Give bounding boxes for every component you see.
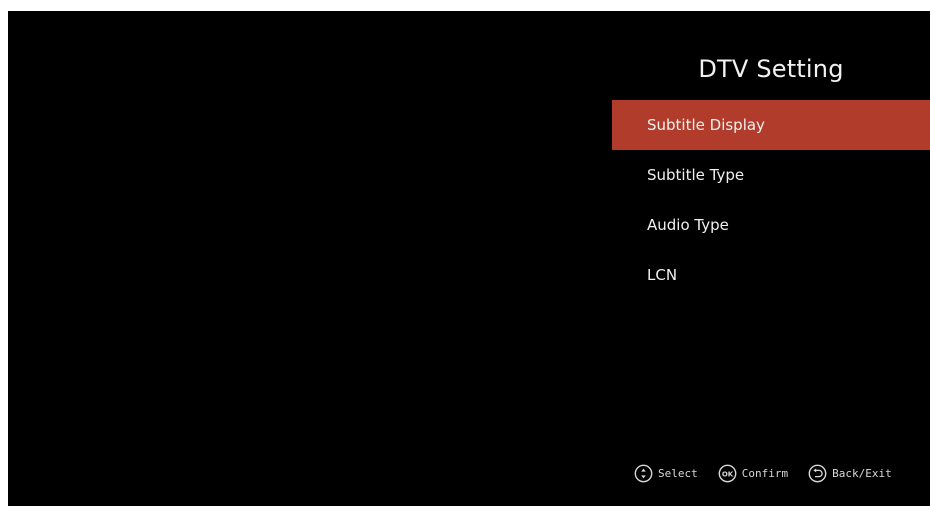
- back-icon: [808, 464, 827, 483]
- back-hint-label: Back/Exit: [832, 466, 892, 480]
- confirm-hint-label: Confirm: [741, 466, 789, 480]
- menu-item-audio-type[interactable]: Audio Type: [612, 200, 930, 250]
- menu-item-subtitle-display[interactable]: Subtitle Display: [612, 100, 930, 150]
- confirm-hint: OK Confirm: [718, 464, 788, 483]
- select-hint: Select: [634, 464, 698, 483]
- back-hint: Back/Exit: [808, 464, 892, 483]
- tv-screen: DTV Setting Subtitle Display Subtitle Ty…: [8, 11, 930, 506]
- up-down-icon: [634, 464, 653, 483]
- menu-list: Subtitle Display Subtitle Type Audio Typ…: [612, 100, 930, 300]
- select-hint-label: Select: [658, 466, 698, 480]
- ok-icon: OK: [718, 464, 737, 483]
- menu-item-lcn[interactable]: LCN: [612, 250, 930, 300]
- menu-item-subtitle-type[interactable]: Subtitle Type: [612, 150, 930, 200]
- button-hints-bar: Select OK Confirm Back/Exit: [634, 462, 892, 484]
- ok-icon-text: OK: [722, 470, 734, 478]
- menu-title: DTV Setting: [698, 55, 844, 83]
